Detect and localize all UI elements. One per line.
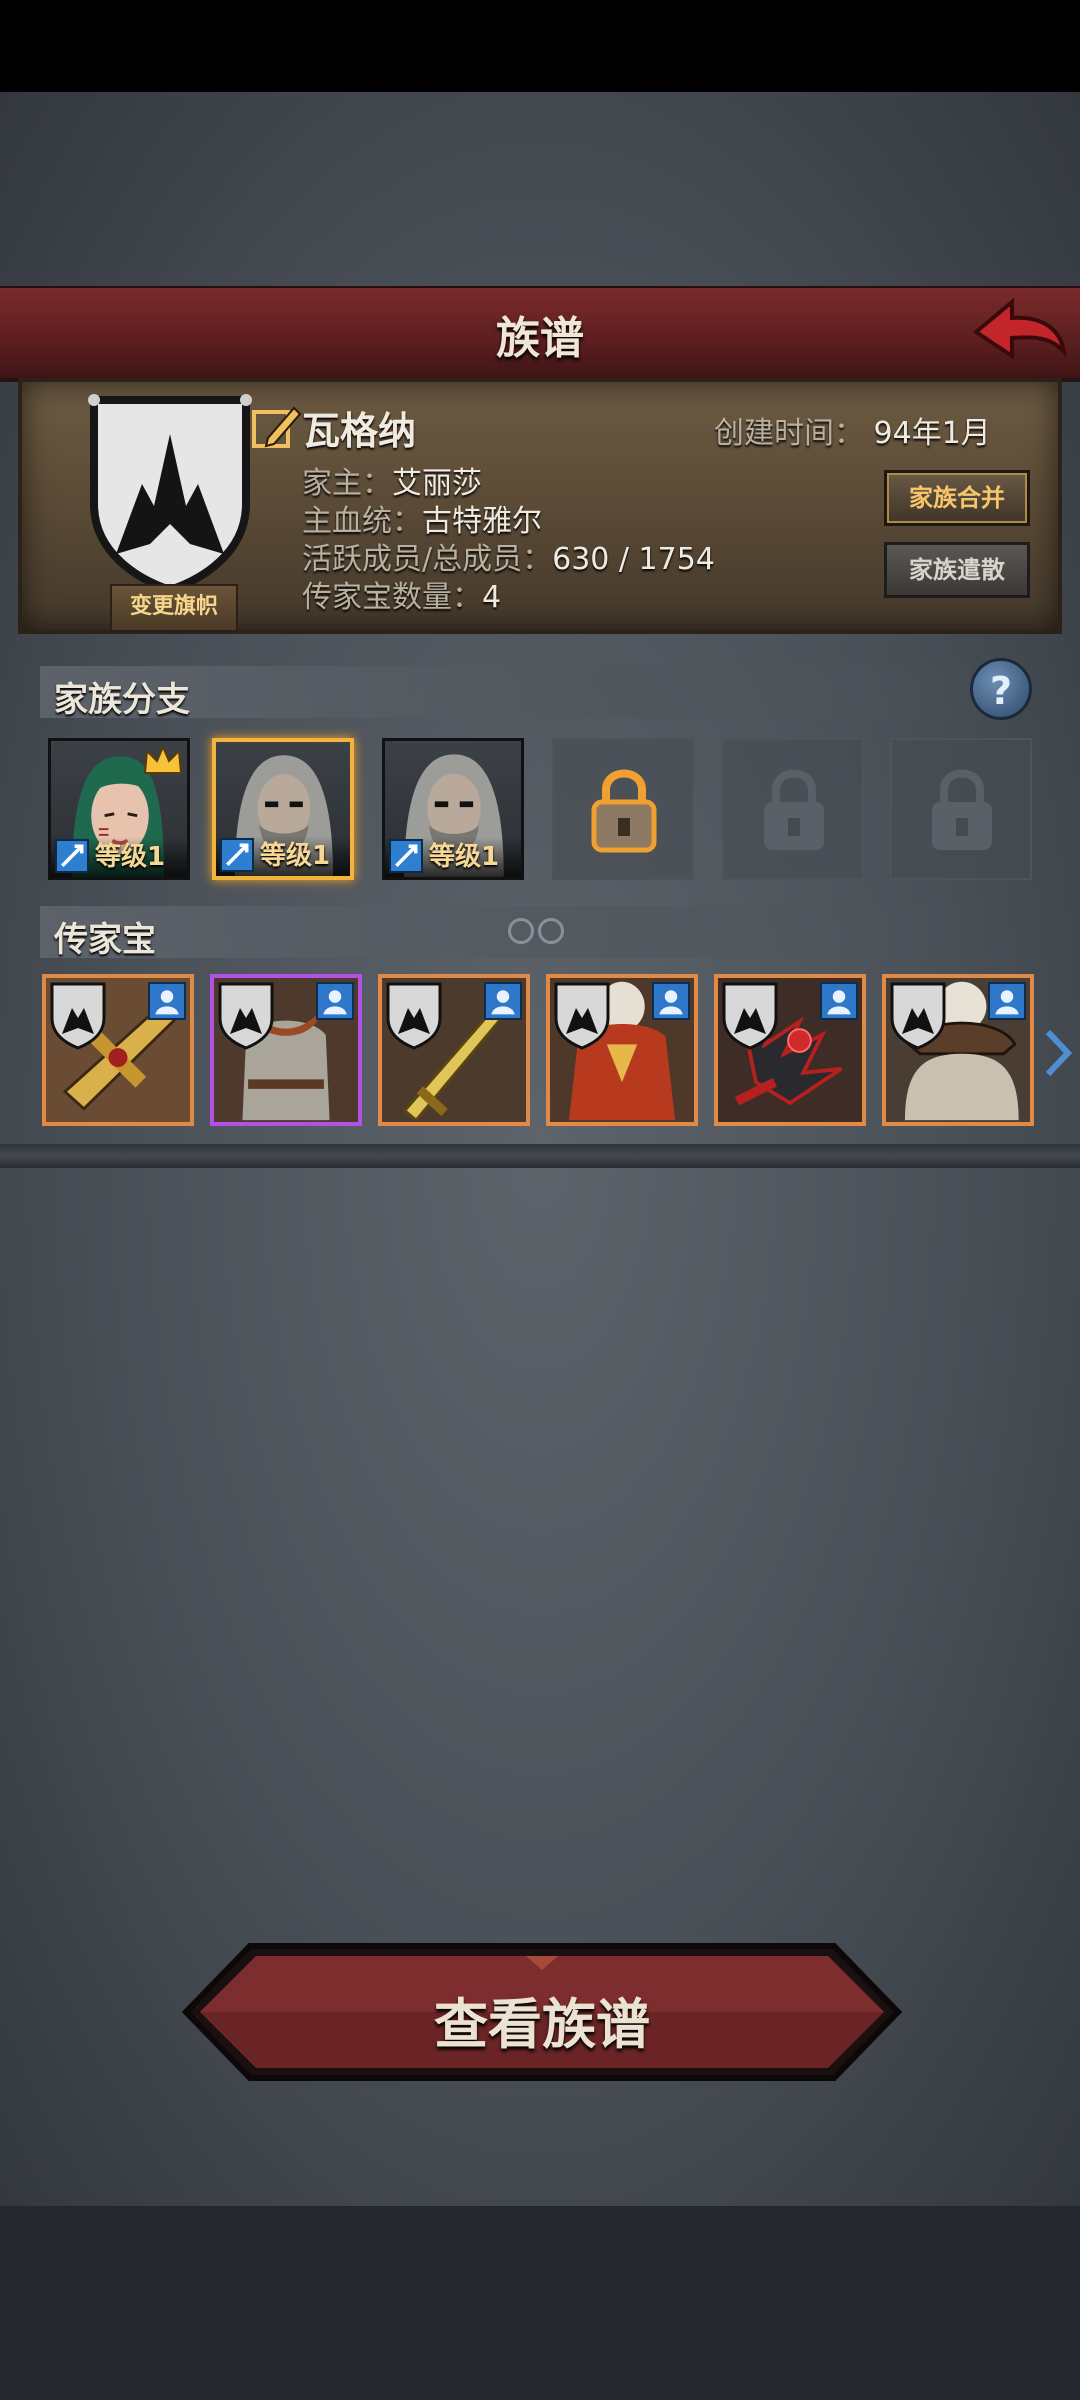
heirloom-item-6[interactable] (882, 974, 1034, 1126)
page-dot (508, 918, 534, 944)
crown-icon (143, 745, 183, 774)
branch-level: 等级1 (95, 842, 166, 872)
heirloom-section-title: 传家宝 (54, 920, 156, 960)
disband-family-button[interactable]: 家族遣散 (884, 542, 1030, 598)
page-indicator (508, 918, 568, 948)
unlockable-padlock-icon (591, 769, 657, 853)
page-dot (538, 918, 564, 944)
branch-section-header: 家族分支 (40, 666, 1000, 720)
members-value: 630 / 1754 (552, 542, 715, 577)
user-icon (148, 982, 186, 1020)
family-shield-icon (890, 982, 946, 1050)
branch-slot-2[interactable]: 等级1 (212, 738, 354, 880)
user-icon (316, 982, 354, 1020)
heirloom-item-5[interactable] (714, 974, 866, 1126)
change-flag-button[interactable]: 变更旗帜 (110, 584, 238, 632)
heirloom-item-2[interactable] (210, 974, 362, 1126)
user-icon (484, 982, 522, 1020)
user-icon (652, 982, 690, 1020)
family-banner-shield-icon[interactable] (80, 394, 260, 594)
branch-slot-1[interactable]: 等级1 (48, 738, 190, 880)
family-shield-icon (218, 982, 274, 1050)
merge-family-button[interactable]: 家族合并 (884, 470, 1030, 526)
heirloom-count: 传家宝数量：4 (302, 572, 501, 616)
branch-slot-6 (890, 738, 1032, 880)
header-bar: 族谱 (0, 286, 1080, 382)
sword-icon (55, 839, 89, 873)
family-name: 瓦格纳 (302, 409, 417, 453)
heirloom-item-4[interactable] (546, 974, 698, 1126)
padlock-icon (764, 769, 824, 850)
back-arrow-icon[interactable] (972, 296, 1068, 370)
family-shield-icon (50, 982, 106, 1050)
user-icon (988, 982, 1026, 1020)
family-shield-icon (386, 982, 442, 1050)
created-value: 94年1月 (873, 416, 991, 451)
branch-slot-3[interactable]: 等级1 (382, 738, 524, 880)
bottom-bar (0, 2206, 1080, 2400)
created-label: 创建时间： (714, 416, 864, 451)
heirloom-count-value: 4 (482, 580, 502, 615)
branch-level: 等级1 (429, 842, 500, 872)
padlock-icon (932, 769, 992, 850)
page-title: 族谱 (496, 313, 584, 364)
family-shield-icon (722, 982, 778, 1050)
branch-slot-5 (722, 738, 864, 880)
user-icon (820, 982, 858, 1020)
heirloom-item-1[interactable] (42, 974, 194, 1126)
edit-pencil-icon[interactable] (250, 402, 302, 454)
sword-icon (220, 838, 254, 872)
created-time: 创建时间： 94年1月 (714, 408, 991, 452)
branch-level: 等级1 (260, 841, 331, 871)
section-divider (0, 1144, 1080, 1168)
branch-section-title: 家族分支 (54, 680, 190, 720)
help-icon[interactable]: ? (970, 658, 1032, 720)
branch-slot-4[interactable] (552, 738, 694, 880)
heirloom-item-3[interactable] (378, 974, 530, 1126)
heirloom-count-label: 传家宝数量： (302, 580, 482, 615)
sword-icon (389, 839, 423, 873)
family-shield-icon (554, 982, 610, 1050)
chevron-right-icon[interactable] (1042, 1028, 1072, 1078)
view-family-tree-label: 查看族谱 (434, 1993, 650, 2056)
